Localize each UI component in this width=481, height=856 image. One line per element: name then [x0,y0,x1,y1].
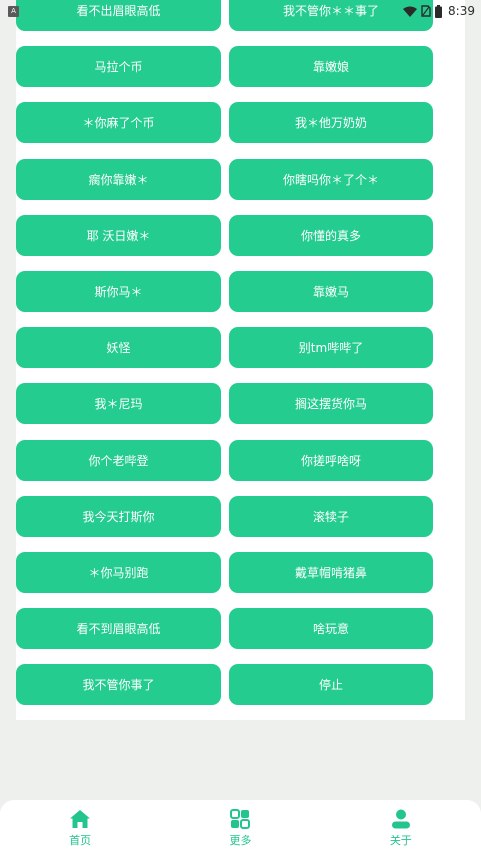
sound-button[interactable]: 我今天打斯你 [16,495,221,537]
sound-button[interactable]: 你懂的真多 [229,214,433,256]
sound-button[interactable]: 停止 [229,664,433,706]
bottom-nav: 首页 更多 关于 [0,800,481,856]
sound-button[interactable]: 我不管你事了 [16,664,221,706]
nav-home[interactable]: 首页 [0,800,160,856]
sound-button[interactable]: ＊你麻了个币 [16,102,221,144]
user-icon [391,809,410,829]
sound-button[interactable]: 你个老哔登 [16,439,221,481]
nav-home-label: 首页 [69,834,92,847]
sound-button[interactable]: 耶 沃日嫩＊ [16,214,221,256]
sound-button[interactable]: 你瞎吗你＊了个＊ [229,158,433,200]
sound-button[interactable]: 靠嫩马 [229,270,433,312]
sound-button[interactable]: 戴草帽啃猪鼻 [229,551,433,593]
wifi-icon [403,6,418,17]
status-time: 8:39 [448,4,475,18]
nav-about-label: 关于 [389,834,412,847]
sound-button[interactable]: 靠嫩娘 [229,46,433,88]
sound-button[interactable]: 斯你马＊ [16,270,221,312]
no-sim-icon [421,5,431,17]
sound-button[interactable]: 看不到眉眼高低 [16,608,221,650]
sound-button[interactable]: 瘸你靠嫩＊ [16,158,221,200]
sound-button[interactable]: 我＊他万奶奶 [229,102,433,144]
sound-button[interactable]: 滚犊子 [229,495,433,537]
notification-a-icon: A [8,5,19,17]
sound-button-grid: 看不出眉眼高低 我不管你＊＊事了 马拉个币 靠嫩娘 ＊你麻了个币 我＊他万奶奶 瘸你靠嫩＊你… [16,0,433,706]
home-icon [70,810,91,828]
sound-button[interactable]: 妖怪 [16,327,221,369]
status-bar: A 8:39 [0,0,481,22]
nav-about[interactable]: 关于 [321,800,481,856]
nav-more-label: 更多 [229,834,252,847]
sound-button[interactable]: 马拉个币 [16,46,221,88]
sound-button[interactable]: 我＊尼玛 [16,383,221,425]
sound-button[interactable]: 啥玩意 [229,608,433,650]
sound-button[interactable]: ＊你马别跑 [16,551,221,593]
sound-button[interactable]: 你搓呼啥呀 [229,439,433,481]
sound-button[interactable]: 搁这摆货你马 [229,383,433,425]
sound-button[interactable]: 别tm哔哔了 [229,327,433,369]
more-icon [230,809,251,829]
battery-icon [435,4,443,18]
nav-more[interactable]: 更多 [160,800,320,856]
